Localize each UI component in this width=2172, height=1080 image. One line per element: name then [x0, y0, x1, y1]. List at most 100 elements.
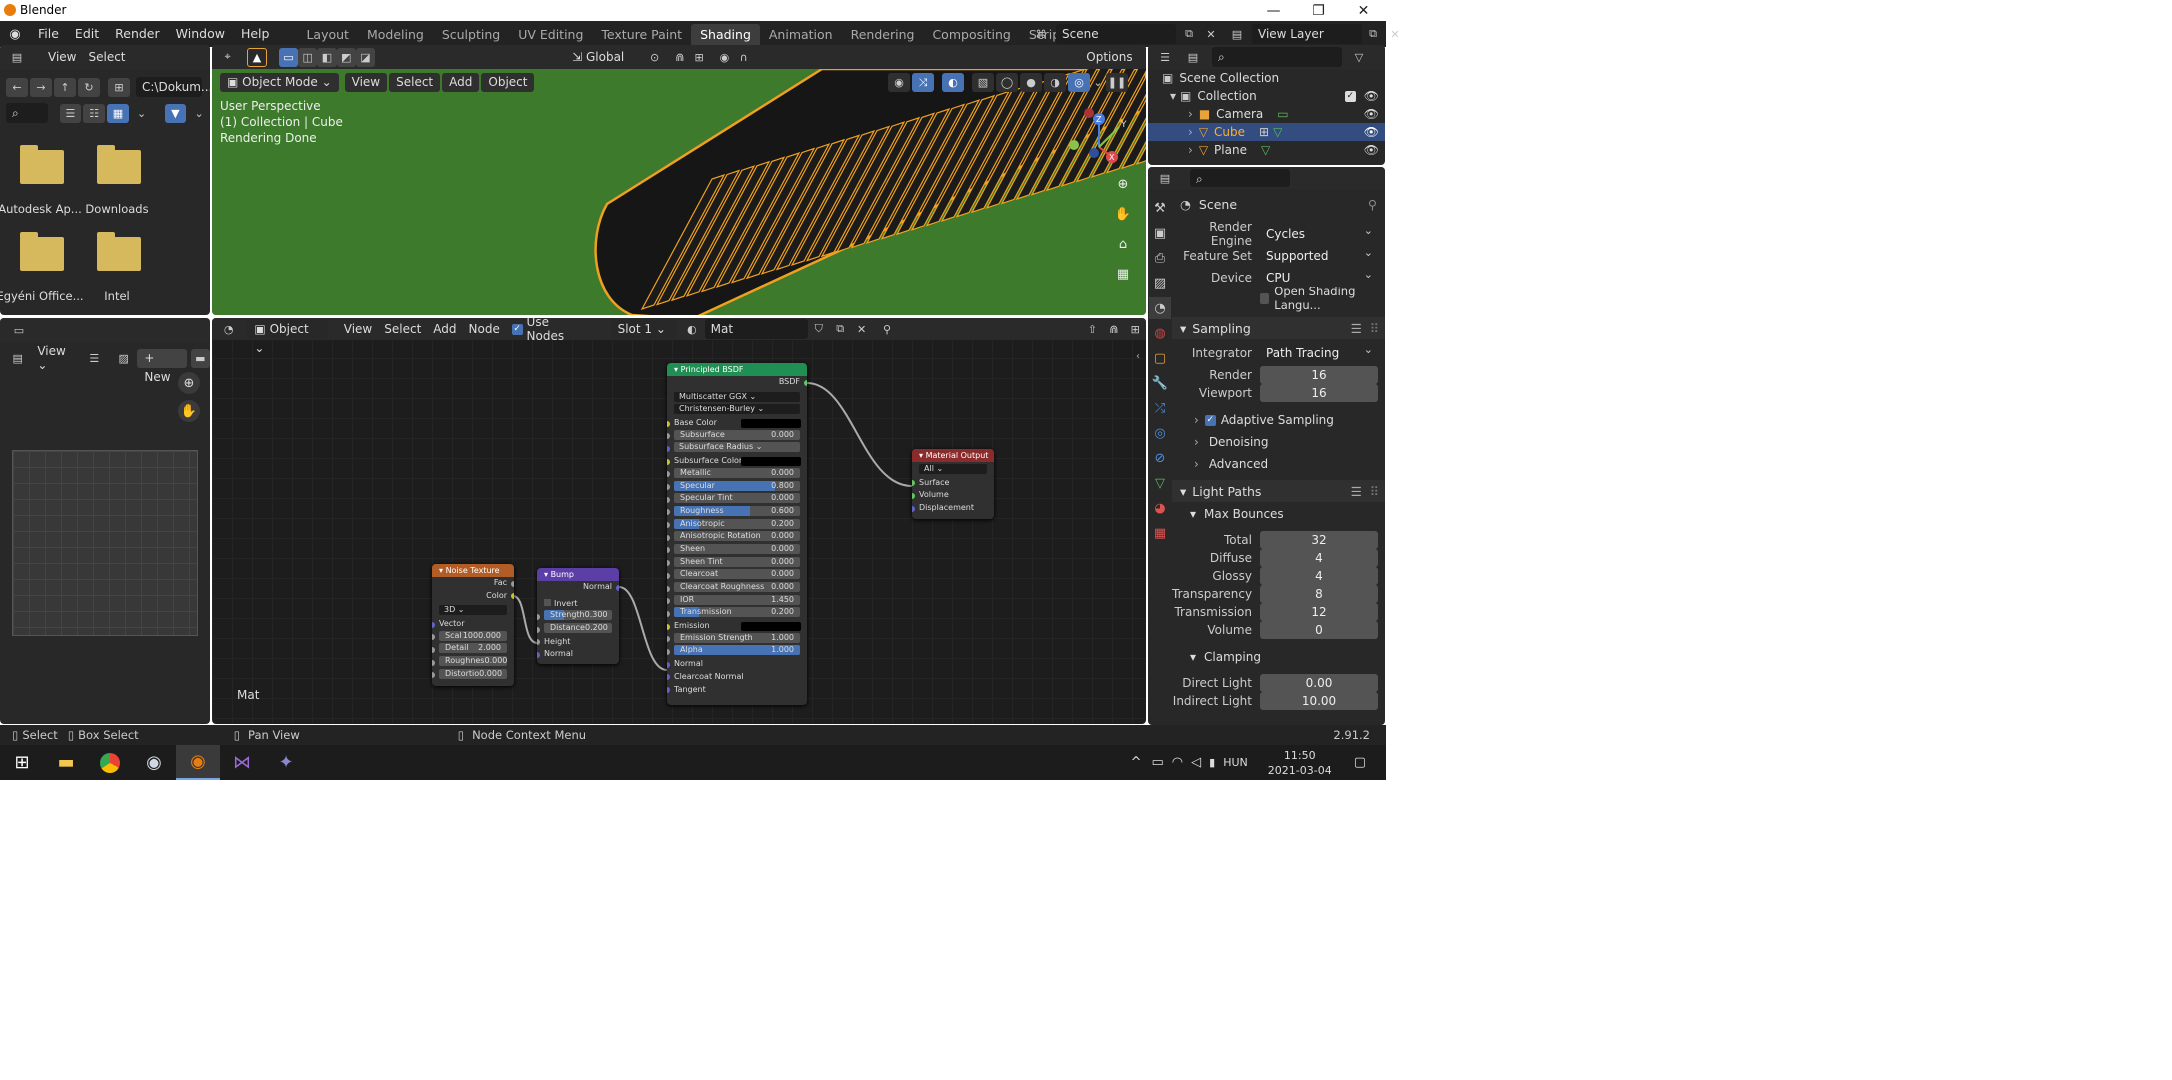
- options-button[interactable]: Options ⌄: [1079, 47, 1146, 83]
- input-socket[interactable]: [537, 639, 540, 646]
- input-socket[interactable]: [667, 623, 670, 630]
- node-input-row[interactable]: Clearcoat Roughness 0.000: [667, 582, 807, 595]
- steam-icon[interactable]: ◉: [132, 745, 176, 780]
- input-socket[interactable]: [537, 613, 540, 620]
- value-slider[interactable]: Clearcoat 0.000: [674, 569, 800, 580]
- value-slider[interactable]: Distance 0.200: [544, 623, 612, 634]
- ie-view-menu[interactable]: View ⌄: [31, 344, 80, 372]
- output-socket[interactable]: [616, 584, 619, 591]
- list-icon[interactable]: ☰: [1351, 484, 1362, 499]
- list-icon[interactable]: ☰: [1351, 321, 1362, 336]
- select-tool-icon[interactable]: ▲: [247, 47, 267, 67]
- volume-icon[interactable]: ◁: [1191, 755, 1201, 770]
- menu-file[interactable]: File: [30, 21, 67, 47]
- notifications-icon[interactable]: ▢: [1354, 755, 1366, 770]
- node-input-row[interactable]: Specular Tint 0.000: [667, 493, 807, 506]
- image-browse-icon[interactable]: ▨: [114, 349, 133, 368]
- visibility-icon[interactable]: ◉: [888, 73, 910, 92]
- input-socket[interactable]: [432, 634, 435, 641]
- input-socket[interactable]: [432, 621, 435, 628]
- value-slider[interactable]: Metallic 0.000: [674, 467, 800, 478]
- display-dropdown-icon[interactable]: ⌄: [131, 104, 153, 123]
- rendered-shading-icon[interactable]: ◎: [1068, 73, 1090, 92]
- new-scene-icon[interactable]: ⧉: [1178, 25, 1200, 44]
- image-canvas-grid[interactable]: [12, 450, 198, 636]
- property-field[interactable]: 4: [1260, 567, 1378, 585]
- node-input-row[interactable]: Metallic 0.000: [667, 467, 807, 481]
- pin-icon[interactable]: ⚲: [1368, 197, 1377, 212]
- folder-item[interactable]: Downloads: [77, 145, 162, 216]
- property-field[interactable]: 0.00: [1260, 674, 1378, 692]
- tab-modeling[interactable]: Modeling: [358, 24, 433, 46]
- physics-tab-icon[interactable]: ◎: [1149, 422, 1171, 444]
- 3d-viewport[interactable]: ⌖ ▲ ▭ ◫ ◧ ◩ ◪ ⇲ Global ⌄ ⊙ ⋒ ⊞ ◉ ∩ Optio…: [212, 45, 1146, 315]
- properties-search-field[interactable]: ⌕: [1190, 169, 1290, 187]
- tab-texture-paint[interactable]: Texture Paint: [592, 24, 691, 46]
- max-bounces-subpanel[interactable]: ▾ Max Bounces: [1172, 505, 1385, 523]
- select-mode-invert-icon[interactable]: ◩: [336, 47, 356, 67]
- color-swatch[interactable]: [741, 456, 801, 466]
- input-socket[interactable]: [667, 458, 670, 465]
- input-socket[interactable]: [432, 672, 435, 679]
- node-input-row[interactable]: Sheen Tint 0.000: [667, 556, 807, 570]
- wireframe-shading-icon[interactable]: ◯: [996, 73, 1018, 92]
- node-input-row[interactable]: Volume: [912, 489, 994, 502]
- value-slider[interactable]: Specular Tint 0.000: [674, 493, 800, 504]
- object-tab-icon[interactable]: ▢: [1149, 347, 1171, 369]
- menu-help[interactable]: Help: [233, 21, 278, 47]
- input-socket[interactable]: [667, 585, 670, 592]
- input-socket[interactable]: [432, 659, 435, 666]
- maximize-button[interactable]: ❐: [1296, 0, 1341, 21]
- pan-hand-icon[interactable]: ✋: [178, 400, 200, 422]
- input-socket[interactable]: [537, 626, 540, 633]
- node-input-row[interactable]: Roughness 0.600: [667, 505, 807, 519]
- editor-type-icon[interactable]: ☰: [1154, 48, 1176, 67]
- language-indicator[interactable]: HUN: [1223, 756, 1248, 769]
- refresh-icon[interactable]: ↻: [78, 77, 100, 97]
- editor-type-icon[interactable]: ▭: [8, 321, 30, 340]
- app-icon[interactable]: ✦: [264, 745, 308, 780]
- clock[interactable]: 11:50 2021-03-04: [1268, 748, 1332, 778]
- property-field[interactable]: 4: [1260, 549, 1378, 567]
- node-input-row[interactable]: Distortio 0.000: [432, 668, 514, 682]
- input-socket[interactable]: [667, 572, 670, 579]
- outliner-item[interactable]: › ■ Camera ▭ 👁: [1148, 105, 1385, 123]
- chrome-icon[interactable]: [88, 745, 132, 780]
- sampling-panel-header[interactable]: ▾ Sampling ☰ ⠿: [1172, 317, 1385, 339]
- tab-shading[interactable]: Shading: [691, 24, 760, 46]
- node-input-row[interactable]: Emission Strength 1.000: [667, 632, 807, 646]
- color-swatch[interactable]: [741, 418, 801, 428]
- property-field[interactable]: 10.00: [1260, 692, 1378, 710]
- value-slider[interactable]: Clearcoat Roughness 0.000: [674, 582, 800, 592]
- invert-checkbox[interactable]: Invert: [537, 598, 619, 611]
- tray-chevron-icon[interactable]: ^: [1131, 755, 1142, 770]
- ortho-grid-icon[interactable]: ▦: [1112, 263, 1134, 285]
- drag-handle-icon[interactable]: ⠿: [1370, 484, 1379, 499]
- snap-icon[interactable]: ⋒: [670, 48, 689, 67]
- zoom-icon[interactable]: ⊕: [1112, 173, 1134, 195]
- eye-icon[interactable]: 👁: [1364, 143, 1379, 157]
- transform-orientation[interactable]: ⇲ Global ⌄: [565, 47, 637, 83]
- tray-icon[interactable]: ▮: [1209, 756, 1215, 769]
- input-socket[interactable]: [432, 646, 435, 653]
- value-slider[interactable]: Sheen 0.000: [674, 543, 800, 554]
- input-socket[interactable]: [667, 445, 670, 452]
- input-socket[interactable]: [667, 522, 670, 529]
- collection-checkbox-icon[interactable]: ✓: [1344, 90, 1356, 102]
- select-mode-extend-icon[interactable]: ◫: [298, 47, 318, 67]
- sss-method-dropdown[interactable]: Christensen-Burley ⌄: [674, 404, 800, 415]
- tab-uv-editing[interactable]: UV Editing: [509, 24, 592, 46]
- outliner-item[interactable]: › ▽ Plane ▽ 👁: [1148, 141, 1385, 159]
- input-socket[interactable]: [667, 636, 670, 643]
- input-socket[interactable]: [912, 505, 915, 512]
- input-socket[interactable]: [667, 661, 670, 668]
- folder-item[interactable]: Intel: [77, 232, 162, 303]
- tab-rendering[interactable]: Rendering: [842, 24, 924, 46]
- value-slider[interactable]: Emission Strength 1.000: [674, 632, 800, 643]
- eye-icon[interactable]: 👁: [1364, 89, 1379, 103]
- node-input-row[interactable]: Strength 0.300: [537, 610, 619, 623]
- scene-icon[interactable]: ⌘: [1030, 25, 1052, 44]
- node-input-row[interactable]: Alpha 1.000: [667, 645, 807, 658]
- value-slider[interactable]: Anisotropic Rotation 0.000: [674, 531, 800, 542]
- property-field[interactable]: 8: [1260, 585, 1378, 603]
